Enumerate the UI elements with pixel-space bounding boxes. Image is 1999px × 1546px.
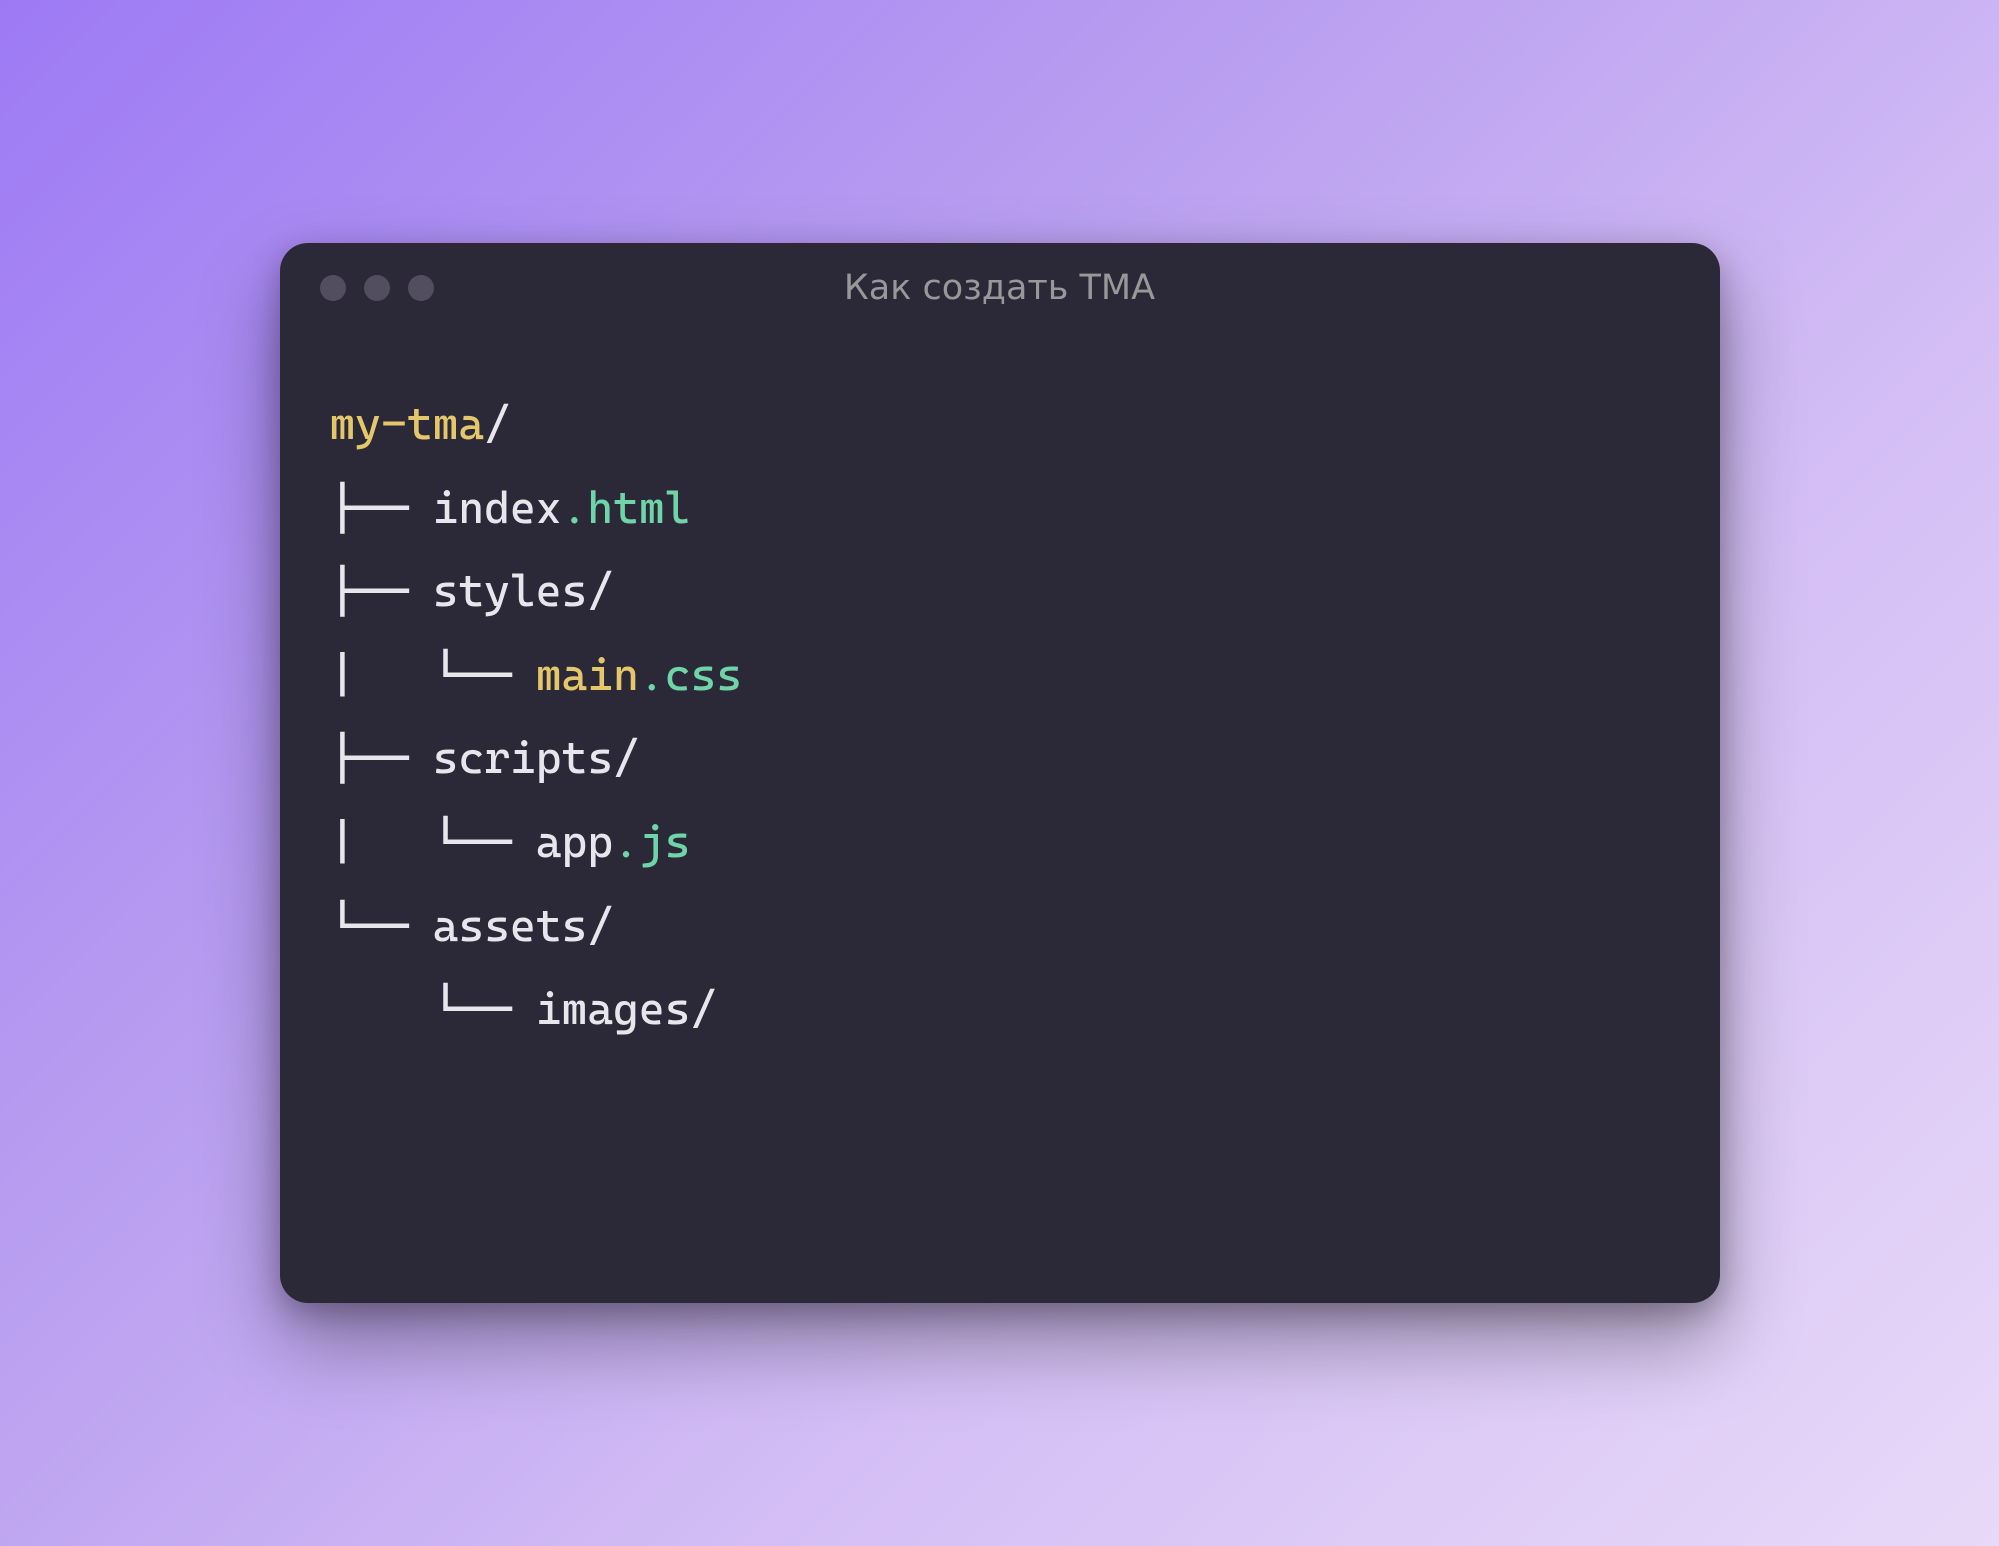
tree-branch: └── [433, 817, 536, 868]
tree-line: | └── app.js [330, 817, 691, 868]
file-name: main [536, 650, 639, 701]
dir-name: images/ [536, 984, 716, 1035]
tree-branch: └── [330, 901, 433, 952]
window-titlebar: Как создать TMA [280, 243, 1720, 333]
dir-name: assets/ [433, 901, 613, 952]
tree-line: ├── scripts/ [330, 733, 639, 784]
file-name: app [536, 817, 613, 868]
tree-pipe: | [330, 650, 433, 701]
tree-line: └── assets/ [330, 901, 614, 952]
tree-branch: └── [433, 984, 536, 1035]
terminal-window: Как создать TMA my-tma/ ├── index.html ├… [280, 243, 1720, 1303]
dir-name: scripts/ [433, 733, 639, 784]
file-dot: . [562, 483, 588, 534]
tree-branch: └── [433, 650, 536, 701]
tree-branch: ├── [330, 483, 433, 534]
tree-pipe: | [330, 817, 433, 868]
terminal-content: my-tma/ ├── index.html ├── styles/ | └──… [280, 333, 1720, 1303]
maximize-button[interactable] [408, 275, 434, 301]
file-ext: css [665, 650, 742, 701]
dir-name: styles/ [433, 566, 613, 617]
file-name: index [433, 483, 562, 534]
tree-line: ├── index.html [330, 483, 691, 534]
traffic-lights [320, 275, 434, 301]
tree-line: | └── main.css [330, 650, 743, 701]
tree-line-root: my-tma/ [330, 399, 510, 450]
tree-line: ├── styles/ [330, 566, 614, 617]
tree-indent [330, 984, 433, 1035]
close-button[interactable] [320, 275, 346, 301]
file-ext: js [639, 817, 691, 868]
file-dot: . [639, 650, 665, 701]
dir-name: my-tma [330, 399, 485, 450]
window-title: Как создать TMA [844, 268, 1155, 308]
tree-branch: ├── [330, 566, 433, 617]
tree-line: └── images/ [330, 984, 717, 1035]
file-ext: html [587, 483, 690, 534]
dir-slash: / [484, 399, 510, 450]
minimize-button[interactable] [364, 275, 390, 301]
file-dot: . [613, 817, 639, 868]
tree-branch: ├── [330, 733, 433, 784]
